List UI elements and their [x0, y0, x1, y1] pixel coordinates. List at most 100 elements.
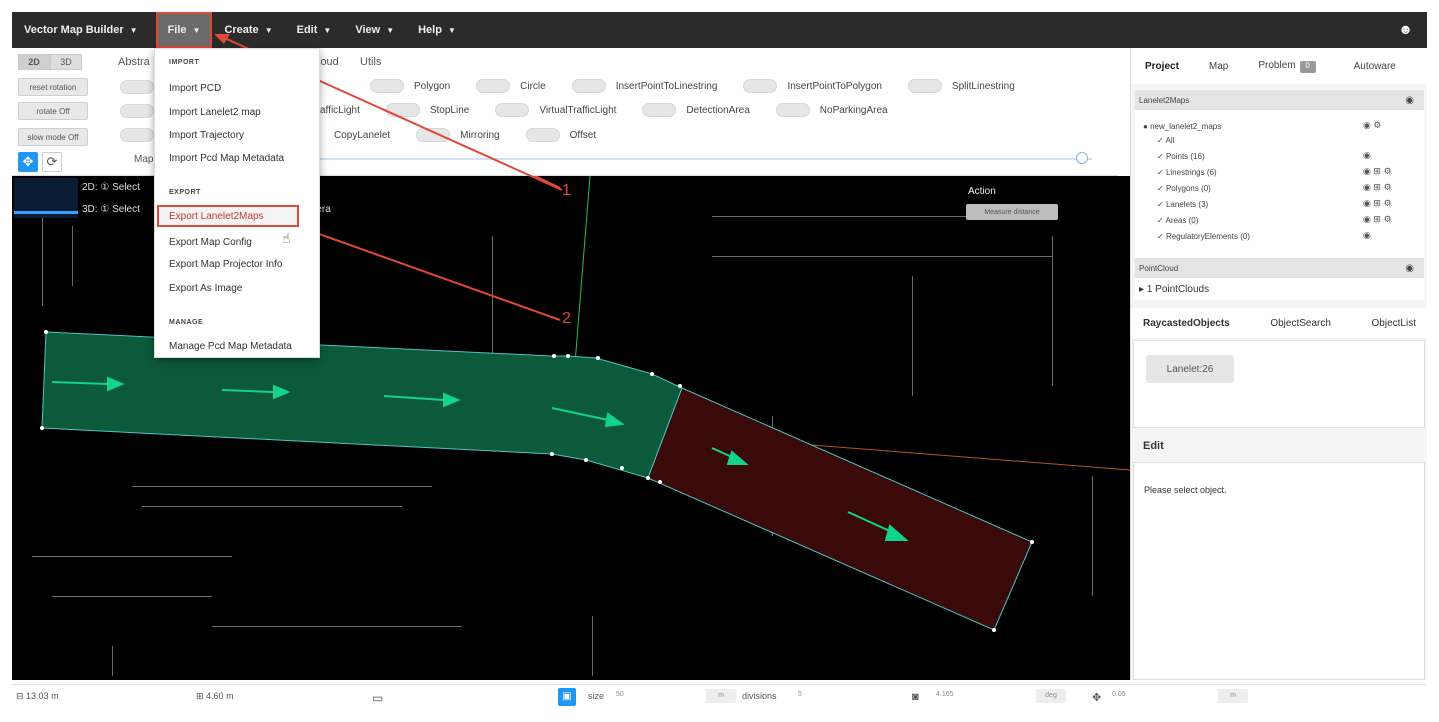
- toggle-split-linestring-label: SplitLinestring: [951, 80, 1015, 92]
- width-value: 13.03 m: [26, 691, 59, 701]
- lanelet-selected[interactable]: [41, 331, 683, 479]
- eye-icon[interactable]: ◉: [1363, 230, 1371, 241]
- tab-object-list[interactable]: ObjectList: [1372, 318, 1416, 329]
- file-menu-dropdown: IMPORT Import PCD Import Lanelet2 map Im…: [154, 48, 320, 358]
- problem-count-badge: 0: [1299, 60, 1316, 73]
- export-map-projector-item[interactable]: Export Map Projector Info: [169, 259, 282, 270]
- export-map-config-item[interactable]: Export Map Config: [169, 237, 252, 248]
- eye-icon[interactable]: ◉: [1405, 263, 1414, 274]
- right-panel-tabs: Project Map Problem 0 Autoware: [1131, 48, 1428, 84]
- gear-icon[interactable]: ⚙: [1383, 182, 1391, 192]
- tree-item-lanelets[interactable]: ✓ Lanelets (3): [1157, 200, 1208, 209]
- tab-object-search[interactable]: ObjectSearch: [1270, 318, 1331, 329]
- tree-item-polygons[interactable]: ✓ Polygons (0): [1157, 184, 1211, 193]
- tab-map[interactable]: Map: [1209, 61, 1228, 72]
- eye-icon[interactable]: ◉: [1363, 150, 1371, 161]
- tree-icon[interactable]: ⊞: [1373, 214, 1381, 224]
- polygons-row-icons[interactable]: ◉ ⊞ ⚙: [1363, 182, 1392, 193]
- tab-problem[interactable]: Problem 0: [1258, 60, 1316, 73]
- gear-icon[interactable]: ⚙: [1383, 166, 1391, 176]
- tree-icon[interactable]: ⊞: [1373, 166, 1381, 176]
- size-input[interactable]: 50: [616, 691, 624, 698]
- slow-mode-button[interactable]: slow mode Off: [18, 128, 88, 146]
- height-readout: ⊞ 4.60 m: [196, 691, 234, 701]
- eye-icon[interactable]: ◉: [1363, 120, 1371, 130]
- angle-input[interactable]: 4.165: [936, 691, 954, 698]
- tree-item-linestrings[interactable]: ✓ Linestrings (6): [1157, 168, 1217, 177]
- measure-distance-button[interactable]: Measure distance: [966, 204, 1058, 220]
- divisions-input[interactable]: 5: [798, 691, 802, 698]
- rotate-button[interactable]: rotate Off: [18, 102, 88, 120]
- import-pcd-metadata-item[interactable]: Import Pcd Map Metadata: [169, 153, 284, 164]
- move-icon[interactable]: ✥: [18, 152, 38, 172]
- tree-item-areas[interactable]: ✓ Areas (0): [1157, 216, 1198, 225]
- toggle-left-2[interactable]: [120, 104, 154, 118]
- move-icon[interactable]: ✥: [1092, 691, 1101, 704]
- lanelets-row-icons[interactable]: ◉ ⊞ ⚙: [1363, 198, 1392, 209]
- tab-autoware[interactable]: Autoware: [1354, 61, 1396, 72]
- grid-toggle[interactable]: ▣: [558, 688, 576, 706]
- gear-icon[interactable]: ⚙: [1383, 198, 1391, 208]
- tab-project[interactable]: Project: [1145, 61, 1179, 72]
- export-as-image-item[interactable]: Export As Image: [169, 283, 242, 294]
- right-panel: Project Map Problem 0 Autoware Lanelet2Ma…: [1130, 48, 1428, 680]
- linestrings-row-icons[interactable]: ◉ ⊞ ⚙: [1363, 166, 1392, 177]
- lanelet2maps-header: Lanelet2Maps ◉: [1135, 90, 1424, 110]
- export-lanelet2-item[interactable]: Export Lanelet2Maps: [157, 205, 299, 227]
- tree-item-points[interactable]: ✓ Points (16): [1157, 152, 1205, 161]
- manage-section-header: MANAGE: [169, 319, 204, 326]
- eye-icon[interactable]: ◉: [1363, 182, 1371, 192]
- opacity-slider-knob[interactable]: [1076, 152, 1088, 164]
- import-trajectory-item[interactable]: Import Trajectory: [169, 130, 244, 141]
- eye-icon[interactable]: ◉: [1363, 214, 1371, 224]
- map-row-icons[interactable]: ◉ ⚙: [1363, 120, 1381, 131]
- mode-3d-button[interactable]: 3D: [50, 54, 82, 70]
- raycasted-panel: Lanelet:26: [1133, 340, 1425, 428]
- eye-icon[interactable]: ◉: [1405, 95, 1414, 106]
- cursor-hand-icon: ☝: [282, 230, 291, 246]
- lanelet-tree-panel: ● new_lanelet2_maps ✓ All ✓ Points (16) …: [1135, 110, 1424, 260]
- view-mode-tabs: 2D 3D: [18, 54, 82, 70]
- import-pcd-item[interactable]: Import PCD: [169, 83, 221, 94]
- eye-icon[interactable]: ◉: [1363, 198, 1371, 208]
- app-menu[interactable]: Vector Map Builder ▼: [12, 12, 150, 48]
- size-label: size: [588, 691, 605, 701]
- pointcloud-item[interactable]: ▸ 1 PointClouds: [1135, 278, 1424, 300]
- lanelet-red[interactable]: [647, 387, 1033, 631]
- toggle-left-1[interactable]: [120, 80, 154, 94]
- reset-rotation-button[interactable]: reset rotation: [18, 78, 88, 96]
- tree-item-regulatory[interactable]: ✓ RegulatoryElements (0): [1157, 232, 1250, 241]
- tab-abstract[interactable]: Abstra: [118, 56, 150, 68]
- mode-2d-button[interactable]: 2D: [18, 54, 50, 70]
- pointcloud-item-label: 1 PointClouds: [1146, 284, 1210, 295]
- camera-icon[interactable]: ◙: [912, 691, 919, 703]
- edit-header: Edit: [1143, 440, 1164, 452]
- size-unit: m: [706, 689, 736, 703]
- tab-raycasted-objects[interactable]: RaycastedObjects: [1143, 318, 1230, 329]
- user-icon[interactable]: ☻: [1398, 21, 1413, 37]
- tree-map-root[interactable]: ● new_lanelet2_maps: [1143, 122, 1221, 131]
- app-name: Vector Map Builder: [24, 24, 124, 36]
- tree-item-all-label: All: [1165, 136, 1175, 145]
- tree-item-linestrings-label: Linestrings (6): [1165, 168, 1217, 177]
- refresh-icon[interactable]: ⟳: [42, 152, 62, 172]
- toggle-left-3[interactable]: [120, 128, 154, 142]
- toggle-split-linestring[interactable]: [907, 79, 942, 93]
- action-label: Action: [968, 186, 996, 197]
- edit-panel: Please select object.: [1133, 462, 1425, 680]
- gear-icon[interactable]: ⚙: [1373, 120, 1381, 130]
- import-lanelet2-item[interactable]: Import Lanelet2 map: [169, 107, 261, 118]
- areas-row-icons[interactable]: ◉ ⊞ ⚙: [1363, 214, 1392, 225]
- keyboard-icon[interactable]: ▭: [372, 691, 383, 705]
- step-input[interactable]: 0.05: [1112, 691, 1126, 698]
- manage-pcd-metadata-item[interactable]: Manage Pcd Map Metadata: [169, 341, 292, 352]
- lanelet-chip[interactable]: Lanelet:26: [1146, 355, 1234, 383]
- height-value: 4.60 m: [206, 691, 234, 701]
- gear-icon[interactable]: ⚙: [1383, 214, 1391, 224]
- tree-icon[interactable]: ⊞: [1373, 198, 1381, 208]
- tree-item-all[interactable]: ✓ All: [1157, 136, 1174, 145]
- tree-icon[interactable]: ⊞: [1373, 182, 1381, 192]
- tree-item-polygons-label: Polygons (0): [1165, 184, 1211, 193]
- step-unit: m: [1218, 689, 1248, 703]
- eye-icon[interactable]: ◉: [1363, 166, 1371, 176]
